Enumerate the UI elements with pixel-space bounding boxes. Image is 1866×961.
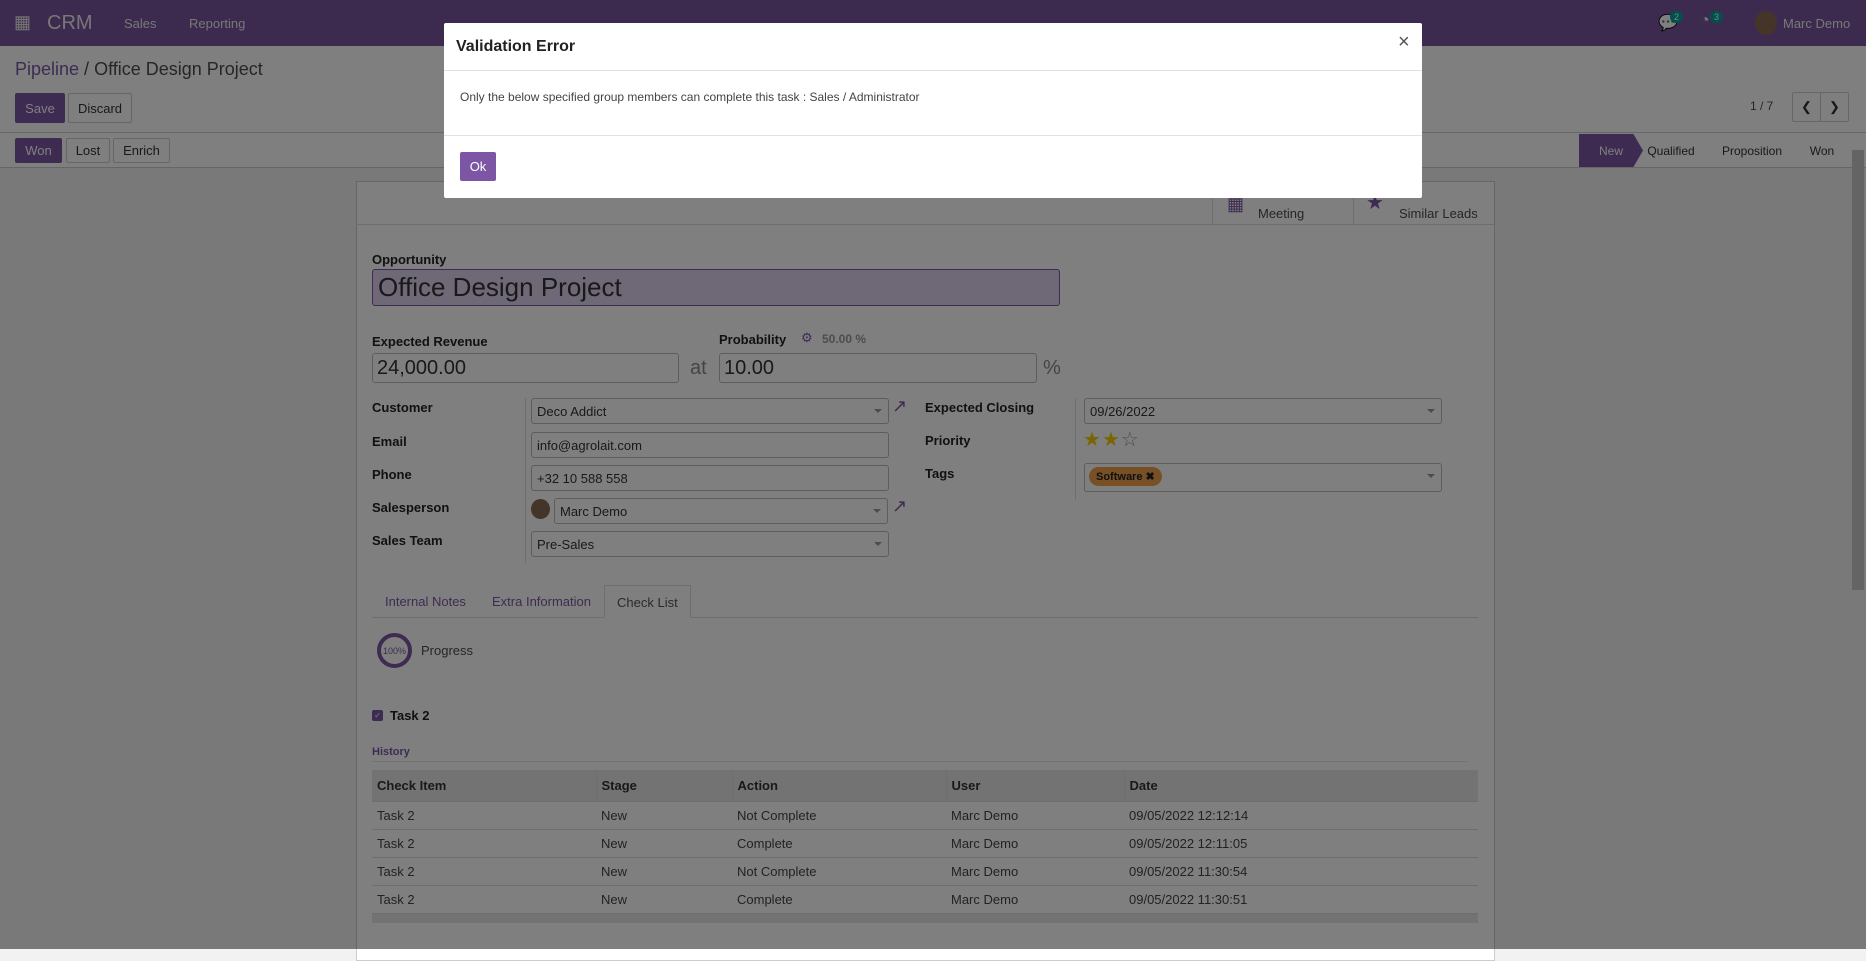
dialog-title: Validation Error [456,38,576,55]
close-icon[interactable]: × [1398,31,1410,54]
validation-error-dialog: Validation Error × Only the below specif… [444,23,1422,198]
ok-button[interactable]: Ok [460,152,496,181]
dialog-message: Only the below specified group members c… [460,90,920,104]
